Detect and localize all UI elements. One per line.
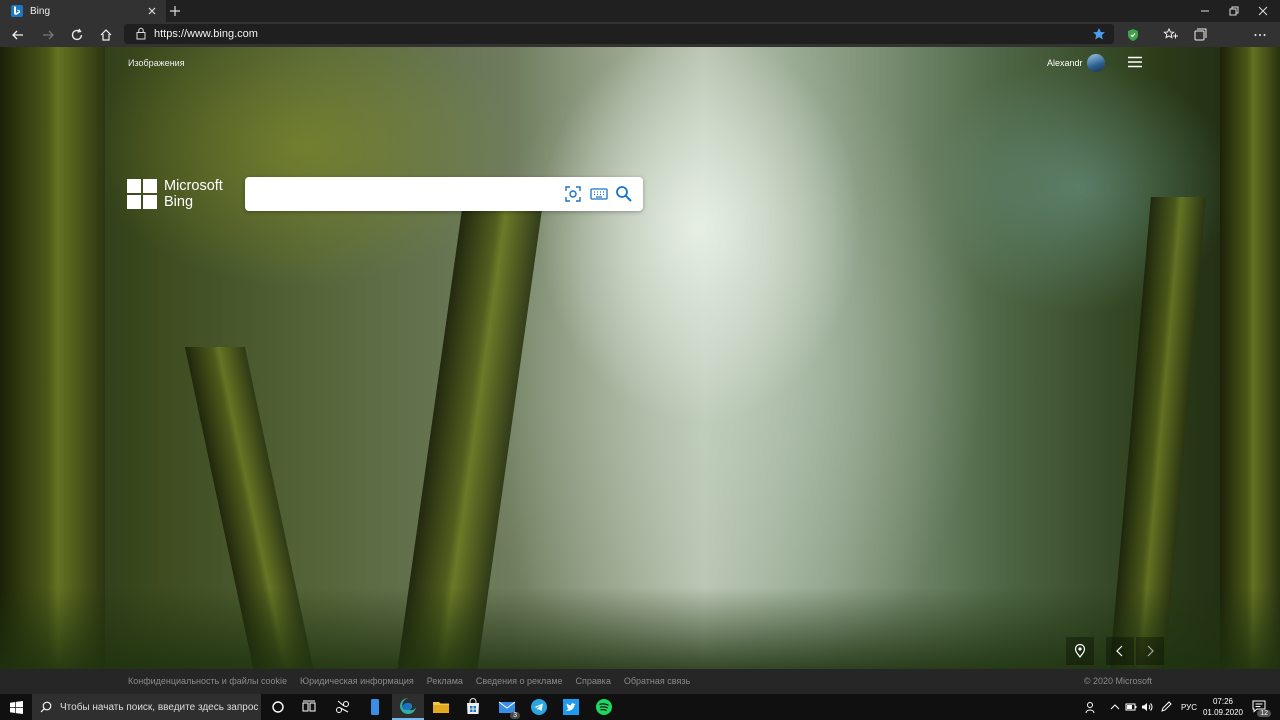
browser-toolbar: https://www.bing.com [0,22,1280,65]
logo-line-microsoft: Microsoft [164,178,223,194]
twitter-icon[interactable] [562,698,580,716]
language-indicator[interactable]: РУС [1181,703,1197,712]
tree-trunk [1220,47,1280,669]
file-explorer-icon[interactable] [432,698,450,716]
shield-extension-icon[interactable] [1125,27,1141,43]
clock-time: 07:26 [1212,697,1234,706]
search-icon[interactable] [615,185,633,203]
start-button[interactable] [0,694,32,720]
pen-ink-icon[interactable] [1160,701,1172,713]
microsoft-store-icon[interactable] [464,698,482,716]
search-input[interactable] [255,183,559,207]
mail-app-button[interactable]: 3 [498,698,520,719]
back-arrow-icon[interactable] [10,27,26,43]
footer-link-help[interactable]: Справка [576,676,611,686]
show-hidden-icons-chevron-up-icon[interactable] [1109,701,1121,713]
mail-badge: 3 [510,712,520,719]
action-center-button[interactable]: 12 [1252,699,1271,717]
footer-link-advertise[interactable]: Реклама [427,676,463,686]
favorites-icon[interactable] [1163,27,1179,43]
bing-background-image [0,47,1280,669]
bing-favicon-icon [11,5,23,17]
microsoft-bing-logo[interactable]: Microsoft Bing [127,178,237,211]
visual-search-camera-icon[interactable] [564,185,582,203]
image-controls [1066,637,1164,665]
address-bar[interactable]: https://www.bing.com [124,24,1114,44]
edge-icon [400,698,416,714]
hamburger-menu-icon[interactable] [1128,56,1142,68]
user-name[interactable]: Alexandr [1047,58,1083,68]
taskbar-search-placeholder: Чтобы начать поиск, введите здесь запрос [60,701,259,713]
tab-bing[interactable]: Bing [0,0,166,22]
close-tab-icon[interactable] [146,5,158,17]
task-view-icon[interactable] [300,698,318,716]
restore-window-icon[interactable] [1226,3,1242,19]
tree-trunk [0,47,105,669]
notifications-count: 12 [1257,710,1271,717]
previous-image-button[interactable] [1106,637,1134,665]
url-text: https://www.bing.com [154,28,258,40]
footer-link-privacy[interactable]: Конфиденциальность и файлы cookie [128,676,287,686]
image-location-button[interactable] [1066,637,1094,665]
copyright-text: © 2020 Microsoft [1083,676,1152,686]
snipping-app-icon[interactable] [334,698,352,716]
next-image-button[interactable] [1136,637,1164,665]
tab-title: Bing [30,5,51,17]
search-icon [40,701,52,713]
people-icon[interactable] [1085,701,1098,714]
refresh-icon[interactable] [69,27,85,43]
footer-links: Конфиденциальность и файлы cookie Юридич… [128,676,703,686]
favorite-star-icon[interactable] [1092,27,1106,41]
cortana-icon[interactable] [269,698,287,716]
chevron-right-icon [1147,645,1154,657]
browser-tab-strip: Bing [0,0,1280,22]
edge-browser-taskbar-button[interactable] [392,694,424,720]
images-link[interactable]: Изображения [128,58,185,68]
user-avatar[interactable] [1087,54,1105,72]
telegram-icon[interactable] [530,698,548,716]
microsoft-logo-icon [127,179,157,209]
phone-app-icon[interactable] [366,698,384,716]
page-footer: Конфиденциальность и файлы cookie Юридич… [0,669,1280,694]
windows-logo-icon [9,700,23,714]
footer-link-about-ads[interactable]: Сведения о рекламе [476,676,563,686]
keyboard-icon[interactable] [590,185,608,203]
spotify-icon[interactable] [595,698,613,716]
close-window-icon[interactable] [1255,3,1271,19]
home-icon[interactable] [98,27,114,43]
lock-icon[interactable] [136,27,146,40]
footer-link-feedback[interactable]: Обратная связь [624,676,690,686]
location-pin-icon [1074,644,1086,658]
clock-date: 01.09.2020 [1202,708,1244,717]
search-box[interactable] [245,177,643,211]
collections-icon[interactable] [1192,27,1208,43]
taskbar-search-box[interactable]: Чтобы начать поиск, введите здесь запрос [32,694,261,720]
forward-arrow-icon[interactable] [40,27,56,43]
chevron-left-icon [1116,645,1123,657]
footer-link-legal[interactable]: Юридическая информация [300,676,414,686]
clock[interactable]: 07:26 01.09.2020 [1200,696,1246,718]
more-options-icon[interactable] [1252,27,1268,43]
new-tab-plus-icon[interactable] [168,4,182,18]
minimize-window-icon[interactable] [1197,3,1213,19]
logo-line-bing: Bing [164,194,194,210]
battery-icon[interactable] [1125,701,1137,713]
windows-taskbar: Чтобы начать поиск, введите здесь запрос… [0,694,1280,720]
volume-icon[interactable] [1141,701,1153,713]
